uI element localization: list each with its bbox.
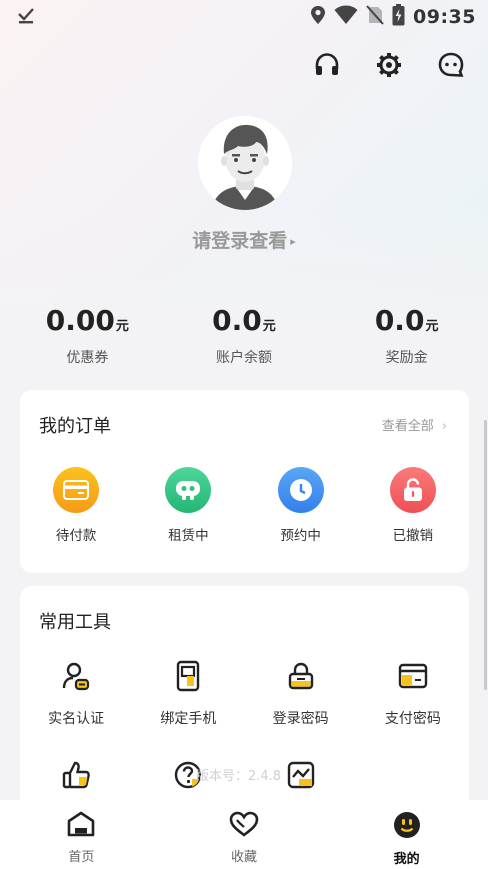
wifi-icon [334, 5, 358, 29]
login-text: 请登录查看 [192, 230, 288, 252]
tool-login-password[interactable]: 登录密码 [245, 658, 357, 728]
tool-label: 实名认证 [48, 711, 105, 727]
order-cancelled[interactable]: 已撤销 [357, 467, 469, 544]
order-pending-payment[interactable]: 待付款 [20, 467, 132, 544]
chat-icon[interactable] [436, 50, 466, 80]
thumbs-up-icon [58, 757, 94, 793]
bottom-nav: 首页 收藏 我的 [0, 800, 488, 869]
location-icon [310, 5, 326, 29]
order-reserved[interactable]: 预约中 [245, 467, 357, 544]
tool-label: 绑定手机 [160, 711, 217, 727]
stat-coupons[interactable]: 0.00元 优惠券 [0, 304, 163, 367]
tool-label: 支付密码 [384, 711, 441, 727]
avatar[interactable] [198, 116, 292, 210]
tools-row-1: 实名认证 绑定手机 登录密码 支付密码 [20, 658, 469, 728]
battery-icon [392, 4, 405, 30]
mine-face-icon [392, 811, 422, 843]
scrollbar[interactable] [484, 420, 487, 690]
orders-title: 我的订单 [39, 416, 111, 437]
gamepad-icon [165, 467, 212, 513]
order-label: 租赁中 [168, 528, 209, 544]
tools-title: 常用工具 [39, 612, 111, 633]
order-label: 已撤销 [392, 528, 434, 544]
tool-bind-phone[interactable]: 绑定手机 [132, 658, 244, 728]
phone-icon [170, 658, 206, 694]
tool-like[interactable] [20, 757, 132, 793]
nav-label: 首页 [68, 850, 95, 865]
stat-unit: 元 [425, 319, 439, 334]
lock-icon [389, 467, 436, 513]
login-arrow-icon: ▸ [290, 235, 296, 248]
stat-label: 优惠券 [66, 350, 109, 366]
nav-mine[interactable]: 我的 [325, 800, 488, 869]
avatar-illustration [198, 116, 292, 210]
login-prompt-link[interactable]: 请登录查看 ▸ [0, 226, 488, 253]
clock-icon [277, 467, 324, 513]
stat-unit: 元 [115, 319, 129, 334]
stat-balance[interactable]: 0.0元 账户余额 [163, 304, 326, 367]
stat-value: 0.0 [212, 304, 262, 337]
order-renting[interactable]: 租赁中 [132, 467, 244, 544]
tool-label: 登录密码 [272, 711, 329, 727]
stat-value: 0.00 [45, 304, 115, 337]
nav-home[interactable]: 首页 [0, 800, 163, 869]
home-icon [66, 811, 96, 841]
order-label: 待付款 [55, 528, 97, 544]
account-stats: 0.00元 优惠券 0.0元 账户余额 0.0元 奖励金 [0, 304, 488, 367]
stat-value: 0.0 [374, 304, 425, 337]
stat-label: 奖励金 [385, 350, 428, 366]
status-bar: 09:35 [0, 0, 488, 34]
tool-payment-password[interactable]: 支付密码 [357, 658, 469, 728]
order-label: 预约中 [280, 528, 321, 544]
stat-rewards[interactable]: 0.0元 奖励金 [325, 304, 488, 367]
nav-label: 我的 [393, 852, 420, 867]
heart-icon [229, 811, 259, 841]
settings-icon[interactable] [374, 50, 404, 80]
version-label: 版本号：2.4.8 [196, 769, 282, 784]
view-all-label: 查看全部 [381, 419, 434, 434]
headset-icon[interactable] [312, 50, 342, 80]
nav-favorites[interactable]: 收藏 [163, 800, 326, 869]
header-actions [312, 50, 466, 80]
payment-card-icon [395, 658, 431, 694]
no-sim-icon [366, 5, 384, 29]
my-orders-card: 我的订单 查看全部 › 待付款 租赁中 预约中 已撤销 [20, 390, 469, 573]
stat-unit: 元 [262, 319, 276, 334]
download-done-icon [16, 5, 36, 29]
nav-label: 收藏 [230, 850, 257, 865]
status-time: 09:35 [413, 6, 476, 28]
tool-real-name-verify[interactable]: 实名认证 [20, 658, 132, 728]
order-status-row: 待付款 租赁中 预约中 已撤销 [20, 467, 469, 544]
padlock-icon [283, 658, 319, 694]
stat-label: 账户余额 [215, 350, 272, 366]
wallet-card-icon [53, 467, 100, 513]
id-verify-icon [58, 658, 94, 694]
tool-empty-slot [357, 757, 469, 793]
chart-icon [283, 757, 319, 793]
chevron-right-icon: › [441, 419, 447, 434]
view-all-orders-link[interactable]: 查看全部 › [382, 415, 447, 434]
